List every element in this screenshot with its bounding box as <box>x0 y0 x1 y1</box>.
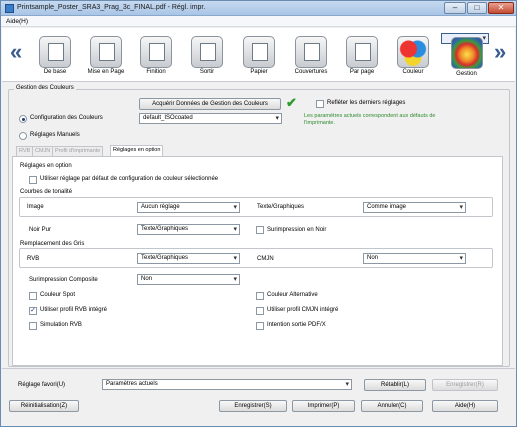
print-settings-window: Printsample_Poster_SRA3_Prag_3c_FINAL.pd… <box>0 0 517 427</box>
color-icon <box>397 36 429 68</box>
footer-area: Réglage favori(U) Paramètres actuels Rét… <box>2 368 515 426</box>
per-page-icon <box>346 36 378 68</box>
restore-button[interactable]: Rétablir(L) <box>364 379 426 391</box>
text-graphics-label: Texte/Graphiques <box>257 204 305 210</box>
optional-settings-heading: Réglages en option <box>20 163 72 169</box>
cmjn-profile-checkbox[interactable] <box>256 307 264 315</box>
cancel-button[interactable]: Annuler(C) <box>361 400 423 412</box>
menu-help[interactable]: Aide(H) <box>6 18 28 25</box>
cmjn-profile-label: Utiliser profil CMJN intégré <box>267 307 339 313</box>
tab-cmjn[interactable]: CMJN <box>32 146 54 156</box>
save-favorite-button[interactable]: Enregistrer(R) <box>432 379 498 391</box>
alt-color-checkbox[interactable] <box>256 292 264 300</box>
tab-mise-en-page[interactable]: Mise en Page <box>82 33 130 81</box>
text-graphics-select[interactable]: Comme image <box>363 202 466 213</box>
help-button[interactable]: Aide(H) <box>432 400 498 412</box>
optional-settings-panel: Réglages en option Utiliser réglage par … <box>12 156 503 366</box>
tab-finition[interactable]: Finition <box>132 33 180 81</box>
composite-overprint-select[interactable]: Non <box>137 274 240 285</box>
use-default-checkbox[interactable] <box>29 176 37 184</box>
rvb-profile-label: Utiliser profil RVB intégré <box>40 307 107 313</box>
cover-icon <box>295 36 327 68</box>
tab-par-page[interactable]: Par page <box>338 33 386 81</box>
scroll-right-icon[interactable]: » <box>494 41 506 63</box>
title-bar: Printsample_Poster_SRA3_Prag_3c_FINAL.pd… <box>1 1 516 16</box>
print-button[interactable]: Imprimer(P) <box>292 400 355 412</box>
tab-papier[interactable]: Papier <box>235 33 283 81</box>
color-management-icon <box>450 37 483 69</box>
gray-replace-heading: Remplacement des Gris <box>20 241 85 247</box>
rvb-profile-checkbox[interactable]: ✓ <box>29 307 37 315</box>
spot-color-checkbox[interactable] <box>29 292 37 300</box>
reflect-settings-checkbox[interactable] <box>316 100 324 108</box>
pdfx-checkbox[interactable] <box>256 322 264 330</box>
tab-de-base[interactable]: De base <box>31 33 79 81</box>
reflect-settings-label: Refléter les derniers réglages <box>327 100 406 106</box>
manual-settings-label: Réglages Manuels <box>30 132 80 138</box>
save-button[interactable]: Enregistrer(S) <box>219 400 287 412</box>
close-button[interactable]: ✕ <box>488 2 514 14</box>
image-label: Image <box>27 204 44 210</box>
pure-black-select[interactable]: Texte/Graphiques <box>137 224 240 235</box>
tab-couleur[interactable]: Couleur <box>389 33 437 81</box>
pdfx-label: Intention sortie PDF/X <box>267 322 326 328</box>
success-check-icon: ✔ <box>286 95 297 110</box>
favorite-label: Réglage favori(U) <box>18 382 66 388</box>
tab-rvb[interactable]: RVB <box>16 146 34 156</box>
tab-printer-profile[interactable]: Profil d'imprimante <box>52 146 104 156</box>
window-title: Printsample_Poster_SRA3_Prag_3c_FINAL.pd… <box>17 4 206 11</box>
pure-black-label: Noir Pur <box>29 227 52 233</box>
favorite-select[interactable]: Paramètres actuels <box>102 379 352 390</box>
tab-sortir[interactable]: Sortir <box>183 33 231 81</box>
tab-couvertures[interactable]: Couvertures <box>287 33 335 81</box>
use-default-label: Utiliser réglage par défaut de configura… <box>40 176 219 182</box>
layout-icon <box>90 36 122 68</box>
cmjn-gray-select[interactable]: Non <box>363 253 466 264</box>
rvb-gray-select[interactable]: Texte/Graphiques <box>137 253 240 264</box>
finishing-icon <box>140 36 172 68</box>
basic-icon <box>39 36 71 68</box>
alt-color-label: Couleur Alternative <box>267 292 318 298</box>
overprint-black-label: Surimpression en Noir <box>267 227 327 233</box>
image-select[interactable]: Aucun réglage <box>137 202 240 213</box>
acquire-color-data-button[interactable]: Acquérir Données de Gestion des Couleurs <box>139 98 281 110</box>
minimize-button[interactable]: – <box>444 2 466 14</box>
tone-curves-heading: Courbes de tonalité <box>20 189 73 195</box>
cmjn-gray-label: CMJN <box>257 256 274 262</box>
scroll-left-icon[interactable]: « <box>10 41 22 63</box>
composite-overprint-label: Surimpression Composite <box>29 277 98 283</box>
color-config-select[interactable]: default_ISOcoated <box>139 113 282 124</box>
color-config-label: Configuration des Couleurs <box>30 115 103 121</box>
spot-color-label: Couleur Spot <box>40 292 76 298</box>
app-icon <box>5 4 14 13</box>
sim-rvb-label: Simulation RVB <box>40 322 82 328</box>
rvb-gray-label: RVB <box>27 256 40 262</box>
output-icon <box>191 36 223 68</box>
reset-button[interactable]: Réinitialisation(Z) <box>9 400 79 412</box>
color-config-radio[interactable] <box>19 115 27 123</box>
tab-gestion[interactable]: Gestion <box>441 33 489 77</box>
tab-optional-settings[interactable]: Réglages en option <box>110 145 164 156</box>
sim-rvb-checkbox[interactable] <box>29 322 37 330</box>
menu-bar: Aide(H) <box>1 16 516 27</box>
paper-icon <box>243 36 275 68</box>
maximize-button[interactable]: □ <box>467 2 487 14</box>
defaults-hint: Les paramètres actuels correspondent aux… <box>304 113 436 126</box>
manual-settings-radio[interactable] <box>19 132 27 140</box>
category-toolbar: « De base Mise en Page Finition Sortir P… <box>2 28 515 82</box>
color-management-title: Gestion des Couleurs <box>14 85 76 91</box>
overprint-black-checkbox[interactable] <box>256 226 264 234</box>
